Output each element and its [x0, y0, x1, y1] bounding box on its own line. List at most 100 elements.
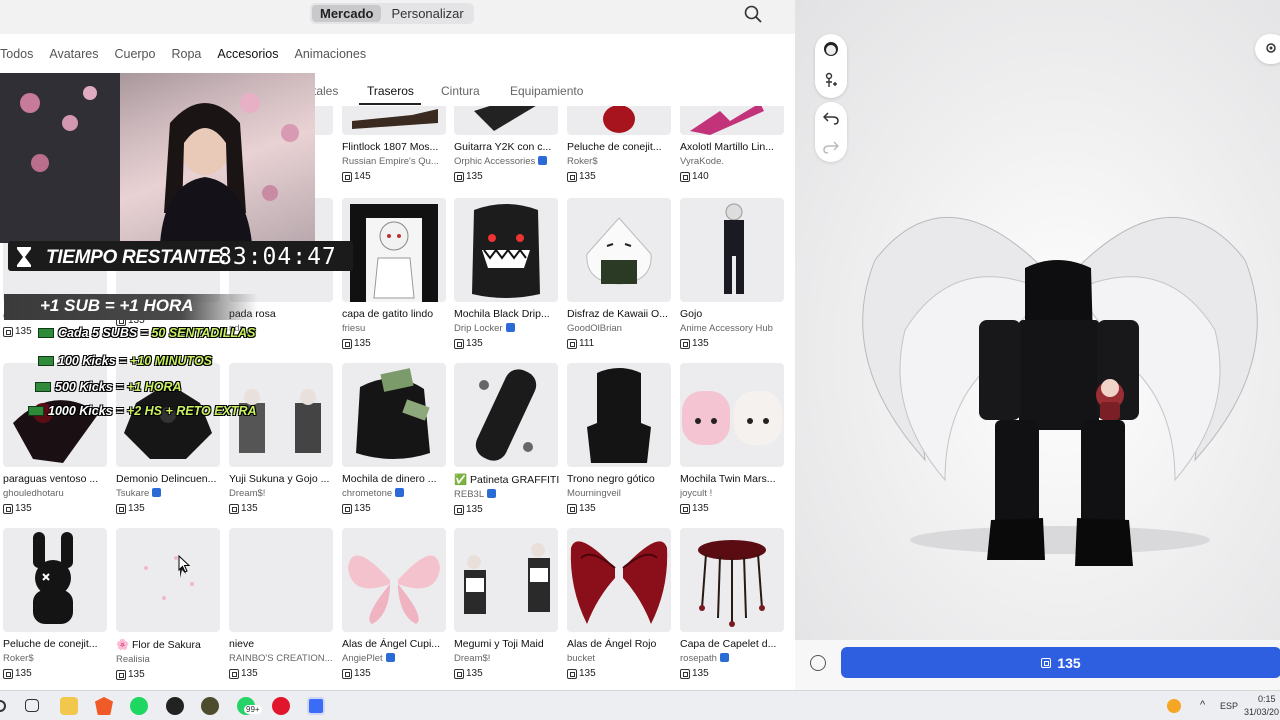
obs-icon[interactable]	[166, 697, 184, 715]
item-name: Capa de Capelet d...	[680, 638, 777, 650]
item-price: 135	[567, 503, 673, 514]
item-thumbnail	[680, 528, 784, 632]
item-card[interactable]: Megumi y Toji Maid Dream$! 135	[454, 528, 560, 679]
item-creator: Roker$	[567, 156, 598, 167]
item-thumbnail	[680, 198, 784, 302]
search-icon[interactable]	[0, 700, 6, 712]
tab-personalizar[interactable]: Personalizar	[383, 5, 471, 22]
category-ropa[interactable]: Ropa	[171, 47, 201, 61]
cash-icon	[35, 382, 51, 392]
language-indicator[interactable]: ESP	[1220, 701, 1238, 711]
category-todos[interactable]: Todos	[0, 47, 33, 61]
subtab-traseros[interactable]: Traseros	[367, 84, 414, 98]
screen: Mercado Personalizar Todos Avatares Cuer…	[0, 0, 1280, 720]
search-icon[interactable]	[743, 4, 763, 24]
item-creator: GoodOlBrian	[567, 323, 622, 334]
clock-date[interactable]: 31/03/20	[1244, 707, 1279, 717]
file-explorer-icon[interactable]	[60, 697, 78, 715]
item-card[interactable]: Disfraz de Kawaii O... GoodOlBrian 111	[567, 198, 673, 349]
robux-icon	[1041, 657, 1052, 668]
spotify-icon[interactable]	[130, 697, 148, 715]
tray-chevron-icon[interactable]: ^	[1200, 699, 1205, 711]
item-name: paraguas ventoso ...	[3, 473, 99, 485]
opera-icon[interactable]	[272, 697, 290, 715]
item-name: Alas de Ángel Cupi...	[342, 638, 441, 650]
item-thumbnail	[342, 528, 446, 632]
item-creator: Mourningveil	[567, 488, 621, 499]
item-price: 135	[342, 668, 448, 679]
robux-icon	[454, 338, 464, 349]
buy-price: 135	[1057, 654, 1081, 671]
item-card[interactable]: ✅ Patineta GRAFFITI REB3L 135	[454, 363, 560, 515]
robux-icon	[680, 668, 690, 679]
category-accesorios[interactable]: Accesorios	[217, 47, 278, 61]
item-creator: Realisia	[116, 654, 150, 665]
robux-icon	[454, 171, 464, 182]
item-card[interactable]: 🌸 Flor de Sakura Realisia 135	[116, 528, 222, 680]
clock-time[interactable]: 0:15	[1258, 694, 1276, 704]
item-price: 140	[680, 171, 786, 182]
cash-icon	[38, 356, 54, 366]
item-card[interactable]: Mochila Black Drip... Drip Locker 135	[454, 198, 560, 349]
item-card[interactable]: nieve RAINBO'S CREATION... 135	[229, 528, 335, 679]
more-options-icon[interactable]	[810, 655, 826, 671]
item-card[interactable]: capa de gatito lindo friesu 135	[342, 198, 448, 349]
roblox-icon[interactable]	[307, 697, 325, 715]
robux-icon	[116, 503, 126, 514]
item-name: Alas de Ángel Rojo	[567, 638, 657, 650]
tab-mercado[interactable]: Mercado	[312, 5, 382, 22]
item-card[interactable]: Flintlock 1807 Mos... Russian Empire's Q…	[342, 106, 448, 182]
stream-rule: 100 Kicks = +10 MINUTOS	[38, 354, 212, 368]
category-animaciones[interactable]: Animaciones	[295, 47, 367, 61]
subtab-equipamiento[interactable]: Equipamiento	[510, 84, 583, 98]
item-price: 135	[567, 668, 673, 679]
item-price: 135	[342, 338, 448, 349]
redo-icon[interactable]	[823, 140, 839, 154]
item-card[interactable]: Capa de Capelet d... rosepath 135	[680, 528, 786, 679]
item-thumbnail	[680, 363, 784, 467]
item-card[interactable]: Yuji Sukuna y Gojo ... Dream$! 135	[229, 363, 335, 514]
item-price: 135	[342, 503, 448, 514]
body-scale-icon[interactable]	[823, 72, 839, 90]
item-thumbnail	[454, 198, 558, 302]
subtab-faciales[interactable]: tales	[313, 84, 338, 98]
item-card[interactable]: Alas de Ángel Rojo bucket 135	[567, 528, 673, 679]
category-avatares[interactable]: Avatares	[49, 47, 98, 61]
app-icon[interactable]	[201, 697, 219, 715]
avatar-preview[interactable]	[795, 0, 1280, 640]
item-card[interactable]: Peluche de conejit... Roker$ 135	[567, 106, 673, 182]
item-card[interactable]: Guitarra Y2K con c... Orphic Accessories…	[454, 106, 560, 182]
undo-icon[interactable]	[823, 111, 839, 125]
item-price: 135	[454, 171, 560, 182]
item-card[interactable]: Trono negro gótico Mourningveil 135	[567, 363, 673, 514]
item-card[interactable]: Peluche de conejit... Roker$ 135	[3, 528, 109, 679]
item-card[interactable]: Axolotl Martillo Lin... VyraKode. 140	[680, 106, 786, 182]
item-price: 135	[3, 503, 109, 514]
item-name: Peluche de conejit...	[3, 638, 98, 650]
item-creator: Drip Locker	[454, 323, 558, 334]
item-price: 135	[454, 668, 560, 679]
cash-icon	[38, 328, 54, 338]
night-mode-icon[interactable]	[1167, 699, 1181, 713]
item-name: Flintlock 1807 Mos...	[342, 141, 439, 153]
category-cuerpo[interactable]: Cuerpo	[114, 47, 155, 61]
settings-button[interactable]	[1255, 34, 1280, 64]
task-view-icon[interactable]	[25, 699, 39, 712]
robux-icon	[342, 338, 352, 349]
item-card[interactable]: Alas de Ángel Cupi... AngiePlet 135	[342, 528, 448, 679]
subtab-cintura[interactable]: Cintura	[441, 84, 480, 98]
buy-button[interactable]: 135	[841, 647, 1280, 678]
webcam-overlay	[0, 73, 315, 243]
robux-icon	[567, 171, 577, 182]
item-card[interactable]: Mochila Twin Mars... joycult ! 135	[680, 363, 786, 514]
gear-icon	[1266, 43, 1276, 53]
avatar-head-icon[interactable]	[822, 40, 840, 60]
item-card[interactable]: Gojo Anime Accessory Hub 135	[680, 198, 786, 349]
brave-icon[interactable]	[95, 697, 113, 715]
item-name: ✅ Patineta GRAFFITI	[454, 474, 560, 486]
item-card[interactable]: Mochila de dinero ... chrometone 135	[342, 363, 448, 514]
item-creator: bucket	[567, 653, 595, 664]
robux-icon	[680, 338, 690, 349]
item-name: 🌸 Flor de Sakura	[116, 639, 201, 651]
item-creator: Orphic Accessories	[454, 156, 558, 167]
